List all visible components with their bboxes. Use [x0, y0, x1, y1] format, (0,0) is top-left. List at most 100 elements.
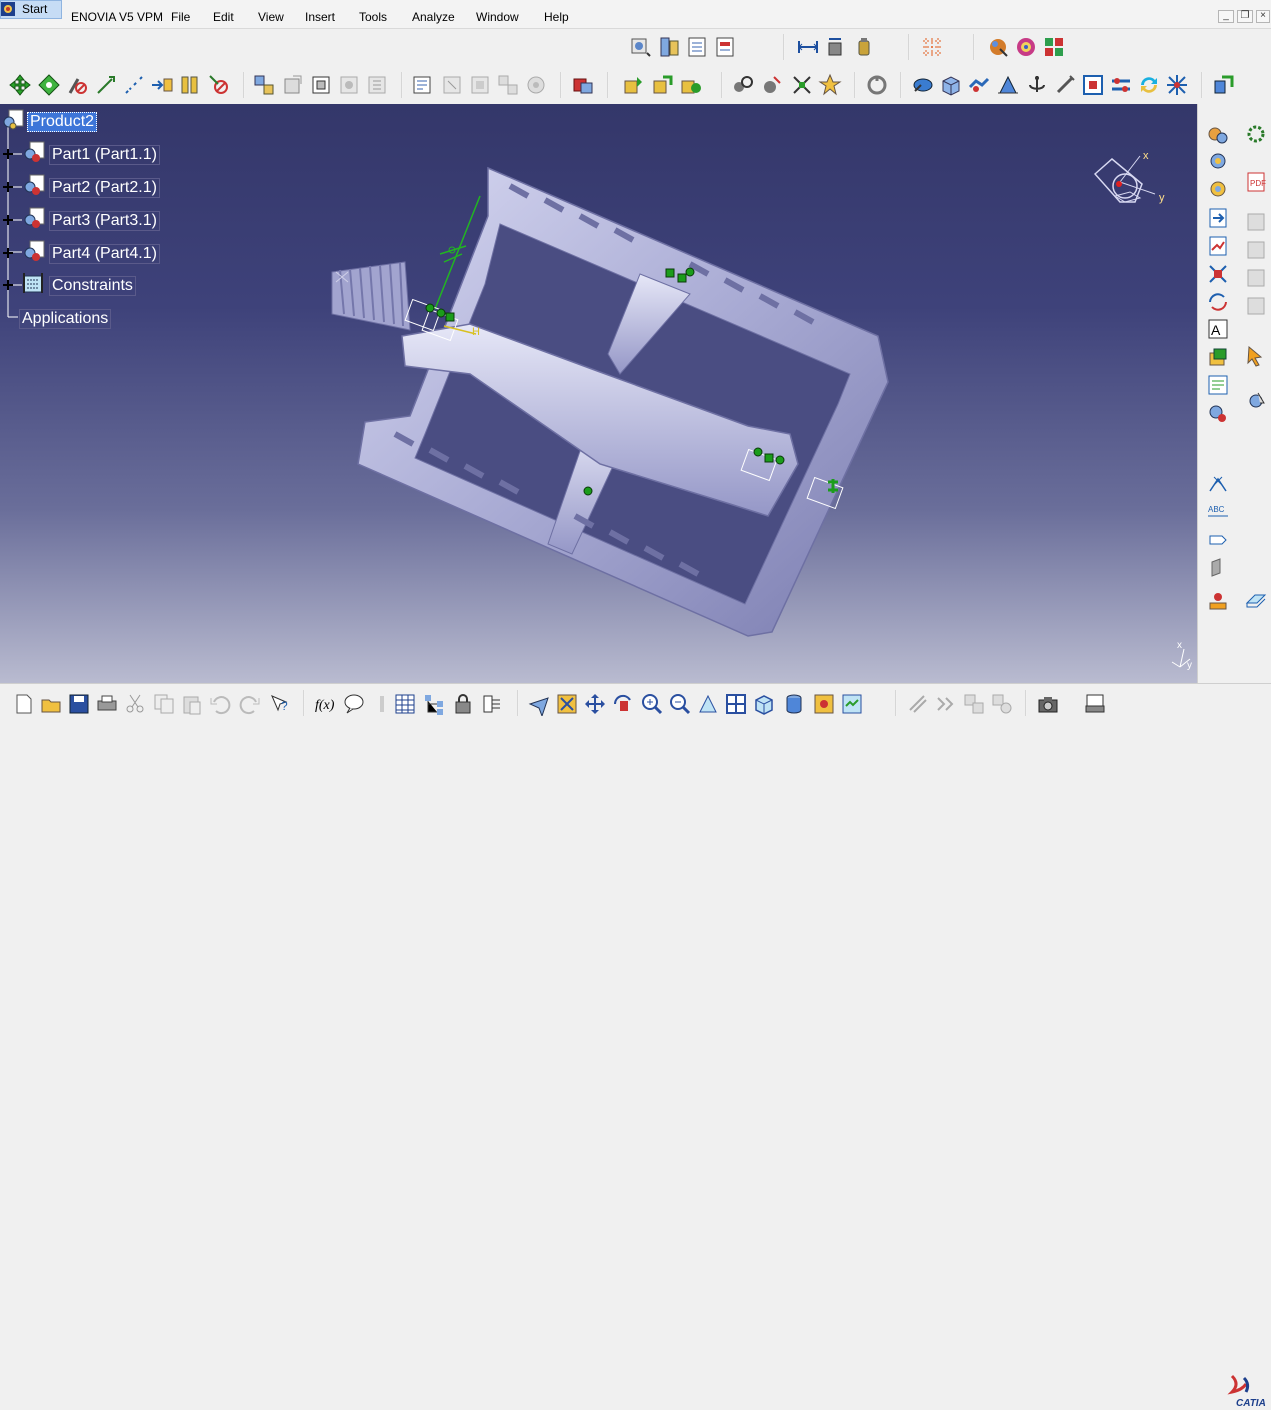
fix-together-2-icon[interactable] — [731, 73, 755, 97]
replace-component-icon[interactable] — [337, 73, 361, 97]
pedal-model-canvas[interactable]: H x y x y — [0, 104, 1197, 683]
menu-file[interactable]: File — [171, 10, 190, 24]
menu-edit[interactable]: Edit — [213, 10, 234, 24]
redo-link-icon[interactable] — [1206, 290, 1230, 314]
apply-material-icon[interactable] — [986, 35, 1010, 59]
check-icon[interactable] — [1206, 262, 1230, 286]
smart-move-icon[interactable] — [122, 73, 146, 97]
parametric-icon[interactable] — [1206, 234, 1230, 258]
sketch-analysis-icon[interactable] — [1244, 210, 1268, 234]
new-icon[interactable] — [12, 692, 36, 716]
blue-plane-icon[interactable] — [1244, 589, 1268, 613]
snapshot-icon[interactable] — [962, 692, 986, 716]
bom-icon[interactable] — [685, 35, 709, 59]
fly-mode-icon[interactable] — [527, 692, 551, 716]
text-abc-icon[interactable]: ABC — [1206, 500, 1230, 524]
selective-load-icon[interactable] — [440, 73, 464, 97]
formula-icon[interactable] — [1244, 122, 1268, 146]
menu-help[interactable]: Help — [544, 10, 569, 24]
reuse-pattern-icon[interactable] — [865, 73, 889, 97]
part-icon[interactable] — [22, 206, 46, 230]
clash-icon[interactable] — [939, 73, 963, 97]
formula-fx-icon[interactable]: f(x) — [313, 692, 337, 716]
gear-arrow-icon[interactable] — [1244, 389, 1268, 413]
close-icon[interactable]: × — [1256, 10, 1270, 23]
snap-icon[interactable] — [37, 73, 61, 97]
capture-2-icon[interactable] — [1083, 692, 1107, 716]
tree-applications[interactable]: Applications — [19, 309, 112, 329]
swap-visible-icon[interactable] — [840, 692, 864, 716]
part-body-icon[interactable] — [1206, 345, 1230, 369]
whats-this-icon[interactable]: ? — [268, 692, 292, 716]
edit-links-icon[interactable] — [480, 692, 504, 716]
restore-icon[interactable]: ❐ — [1237, 10, 1253, 23]
import-icon[interactable] — [1206, 206, 1230, 230]
product-structure-icon[interactable] — [658, 35, 682, 59]
generate-numbering-icon[interactable] — [920, 35, 944, 59]
menu-start[interactable]: Start — [0, 0, 62, 19]
update-all-icon[interactable] — [911, 73, 935, 97]
pedal-model[interactable] — [331, 166, 889, 637]
manipulation-icon[interactable] — [8, 73, 32, 97]
offset-constraint-icon[interactable] — [622, 73, 646, 97]
cut-icon[interactable] — [123, 692, 147, 716]
print-icon[interactable] — [95, 692, 119, 716]
stop-manipulation-icon[interactable] — [94, 73, 118, 97]
fit-all-icon[interactable] — [555, 692, 579, 716]
split-icon[interactable] — [1053, 73, 1077, 97]
scenes-icon[interactable] — [713, 35, 737, 59]
expand-plus-icon[interactable] — [3, 182, 13, 192]
product-icon[interactable] — [1, 108, 25, 132]
sketch-icon[interactable] — [1206, 373, 1230, 397]
menu-analyze[interactable]: Analyze — [412, 10, 455, 24]
select-arrow-icon[interactable] — [1244, 344, 1268, 368]
datum-icon[interactable] — [1206, 471, 1230, 495]
menu-insert[interactable]: Insert — [305, 10, 335, 24]
flexible-subassembly-icon[interactable] — [790, 73, 814, 97]
knowledge-icon[interactable] — [1206, 149, 1230, 173]
texture-icon[interactable] — [1014, 35, 1038, 59]
part-icon[interactable] — [22, 140, 46, 164]
hole-icon[interactable] — [1081, 73, 1105, 97]
rotate-icon[interactable] — [611, 692, 635, 716]
zoom-out-icon[interactable] — [668, 692, 692, 716]
intersect-icon[interactable] — [1212, 73, 1236, 97]
equation-2-icon[interactable] — [1244, 266, 1268, 290]
explode-icon[interactable] — [66, 73, 90, 97]
graph-tree-reorder-icon[interactable] — [365, 73, 389, 97]
tree-part-2[interactable]: Part2 (Part2.1) — [49, 178, 160, 198]
equation-icon[interactable] — [1244, 238, 1268, 262]
tree-part-1[interactable]: Part1 (Part1.1) — [49, 145, 160, 165]
fix-together-icon[interactable] — [178, 73, 202, 97]
menu-view[interactable]: View — [258, 10, 284, 24]
generate-numbering-2-icon[interactable] — [410, 73, 434, 97]
isometric-view-icon[interactable] — [752, 692, 776, 716]
save-icon[interactable] — [67, 692, 91, 716]
redo-icon[interactable] — [238, 692, 262, 716]
catalog-icon[interactable] — [934, 692, 958, 716]
law-icon[interactable] — [1206, 177, 1230, 201]
add-icon[interactable] — [1137, 73, 1161, 97]
equation-3-icon[interactable] — [1244, 294, 1268, 318]
tree-expand-icon[interactable] — [422, 692, 446, 716]
tree-part-4[interactable]: Part4 (Part4.1) — [49, 244, 160, 264]
bill-of-material-icon[interactable] — [150, 73, 174, 97]
expand-plus-icon[interactable] — [3, 149, 13, 159]
compare-products-icon[interactable] — [1025, 73, 1049, 97]
part-icon[interactable] — [22, 173, 46, 197]
coincidence-constraint-icon[interactable] — [524, 73, 548, 97]
3d-viewport[interactable]: H x y x y Product2 Part1 (Part1.1) Part2… — [0, 104, 1197, 683]
camera-icon[interactable] — [1036, 692, 1060, 716]
expand-plus-icon[interactable] — [3, 280, 13, 290]
design-table-icon[interactable] — [1206, 122, 1230, 146]
lock-icon[interactable] — [451, 692, 475, 716]
new-product-icon[interactable] — [281, 73, 305, 97]
change-constraint-icon[interactable] — [818, 73, 842, 97]
appearance-icon[interactable] — [1042, 35, 1066, 59]
measure-item-icon[interactable] — [824, 35, 848, 59]
measure-inertia-icon[interactable] — [852, 35, 876, 59]
tree-part-3[interactable]: Part3 (Part3.1) — [49, 211, 160, 231]
menu-window[interactable]: Window — [476, 10, 519, 24]
remove-icon[interactable] — [1165, 73, 1189, 97]
compass-widget[interactable] — [1093, 155, 1156, 203]
